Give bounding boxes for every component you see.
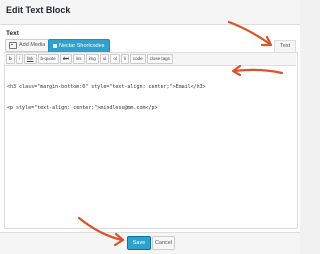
shortcode-icon: [53, 44, 57, 48]
media-icon: [9, 42, 17, 49]
quicktag-ul-button[interactable]: ul: [99, 54, 110, 64]
quicktags-toolbar: b i link b-quote del ins img ul ol li co…: [4, 53, 296, 66]
quicktag-img-button[interactable]: img: [85, 54, 99, 64]
arrow-head-icon: [260, 35, 273, 47]
add-media-label: Add Media: [19, 42, 46, 48]
quicktag-blockquote-button[interactable]: b-quote: [37, 54, 59, 64]
quicktag-del-button[interactable]: del: [59, 54, 72, 64]
nectar-shortcodes-label: Nectar Shortcodes: [59, 43, 105, 49]
quicktag-bold-button[interactable]: b: [6, 54, 15, 64]
quicktag-close-tags-button[interactable]: close tags: [146, 54, 173, 64]
add-media-button[interactable]: Add Media: [5, 39, 50, 52]
cancel-button[interactable]: Cancel: [152, 236, 175, 250]
nectar-shortcodes-button[interactable]: Nectar Shortcodes: [48, 39, 110, 53]
tab-text[interactable]: Text: [274, 40, 296, 52]
quicktag-code-button[interactable]: code: [129, 54, 146, 64]
editor-line: <p style="text-align: center;">mindless@…: [7, 105, 158, 111]
quicktag-ol-button[interactable]: ol: [110, 54, 120, 64]
quicktag-ins-button[interactable]: ins: [72, 54, 85, 64]
quicktag-italic-button[interactable]: i: [15, 54, 23, 64]
quicktag-li-button[interactable]: li: [120, 54, 129, 64]
text-field-label: Text: [6, 30, 19, 37]
edit-text-block-modal: Edit Text Block Text Add Media Nectar Sh…: [0, 0, 300, 254]
modal-header: Edit Text Block: [0, 0, 300, 25]
editor-line: <h3 class="margin-bottom:0" style="text-…: [7, 84, 206, 90]
editor-textarea[interactable]: <h3 class="margin-bottom:0" style="text-…: [7, 70, 293, 126]
quicktag-link-button[interactable]: link: [23, 54, 37, 64]
modal-title: Edit Text Block: [6, 5, 71, 15]
save-button[interactable]: Save: [127, 236, 151, 250]
arrow-to-text-tab: [227, 20, 272, 46]
